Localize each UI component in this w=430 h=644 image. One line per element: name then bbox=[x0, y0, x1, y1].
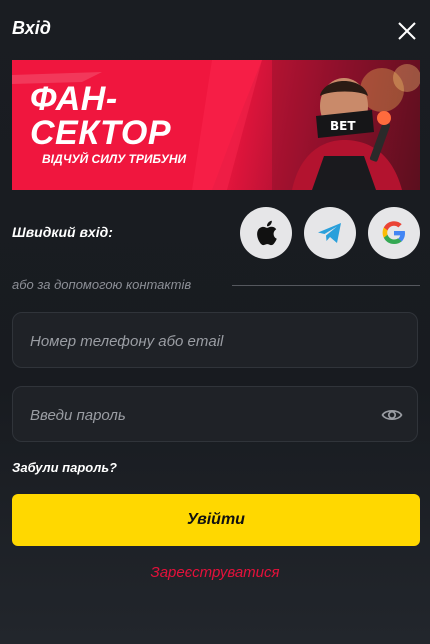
login-button[interactable]: Увійти bbox=[12, 494, 420, 546]
login-modal: Вхід BET ФАН- СЕКТОР ВІДЧУЙ СИЛУ ТРИБУНИ… bbox=[0, 0, 430, 644]
password-input[interactable] bbox=[28, 387, 372, 443]
google-login-button[interactable] bbox=[368, 207, 420, 259]
apple-login-button[interactable] bbox=[240, 207, 292, 259]
forgot-password-link[interactable]: Забули пароль? bbox=[12, 460, 117, 475]
login-field[interactable] bbox=[12, 312, 418, 369]
banner-title-line2: СЕКТОР bbox=[30, 114, 171, 152]
divider-line bbox=[232, 285, 420, 286]
promo-banner[interactable]: BET ФАН- СЕКТОР ВІДЧУЙ СИЛУ ТРИБУНИ bbox=[12, 60, 420, 190]
scarf-text: BET bbox=[330, 119, 356, 133]
google-icon bbox=[382, 221, 405, 244]
banner-title-line1: ФАН- bbox=[30, 80, 118, 118]
register-link[interactable]: Зареєструватися bbox=[0, 564, 430, 581]
banner-title: ФАН- СЕКТОР bbox=[30, 82, 171, 150]
eye-icon[interactable] bbox=[381, 404, 403, 426]
close-icon bbox=[398, 22, 416, 40]
login-input[interactable] bbox=[28, 313, 372, 369]
divider-text: або за допомогою контактів bbox=[12, 277, 192, 292]
telegram-login-button[interactable] bbox=[304, 207, 356, 259]
banner-subtitle: ВІДЧУЙ СИЛУ ТРИБУНИ bbox=[42, 152, 187, 166]
password-field[interactable] bbox=[12, 386, 418, 443]
fan-illustration: BET bbox=[272, 60, 420, 190]
apple-icon bbox=[257, 220, 277, 246]
telegram-icon bbox=[318, 223, 341, 243]
close-button[interactable] bbox=[394, 18, 420, 44]
quick-login-label: Швидкий вхід: bbox=[12, 224, 113, 240]
modal-title: Вхід bbox=[12, 18, 51, 38]
